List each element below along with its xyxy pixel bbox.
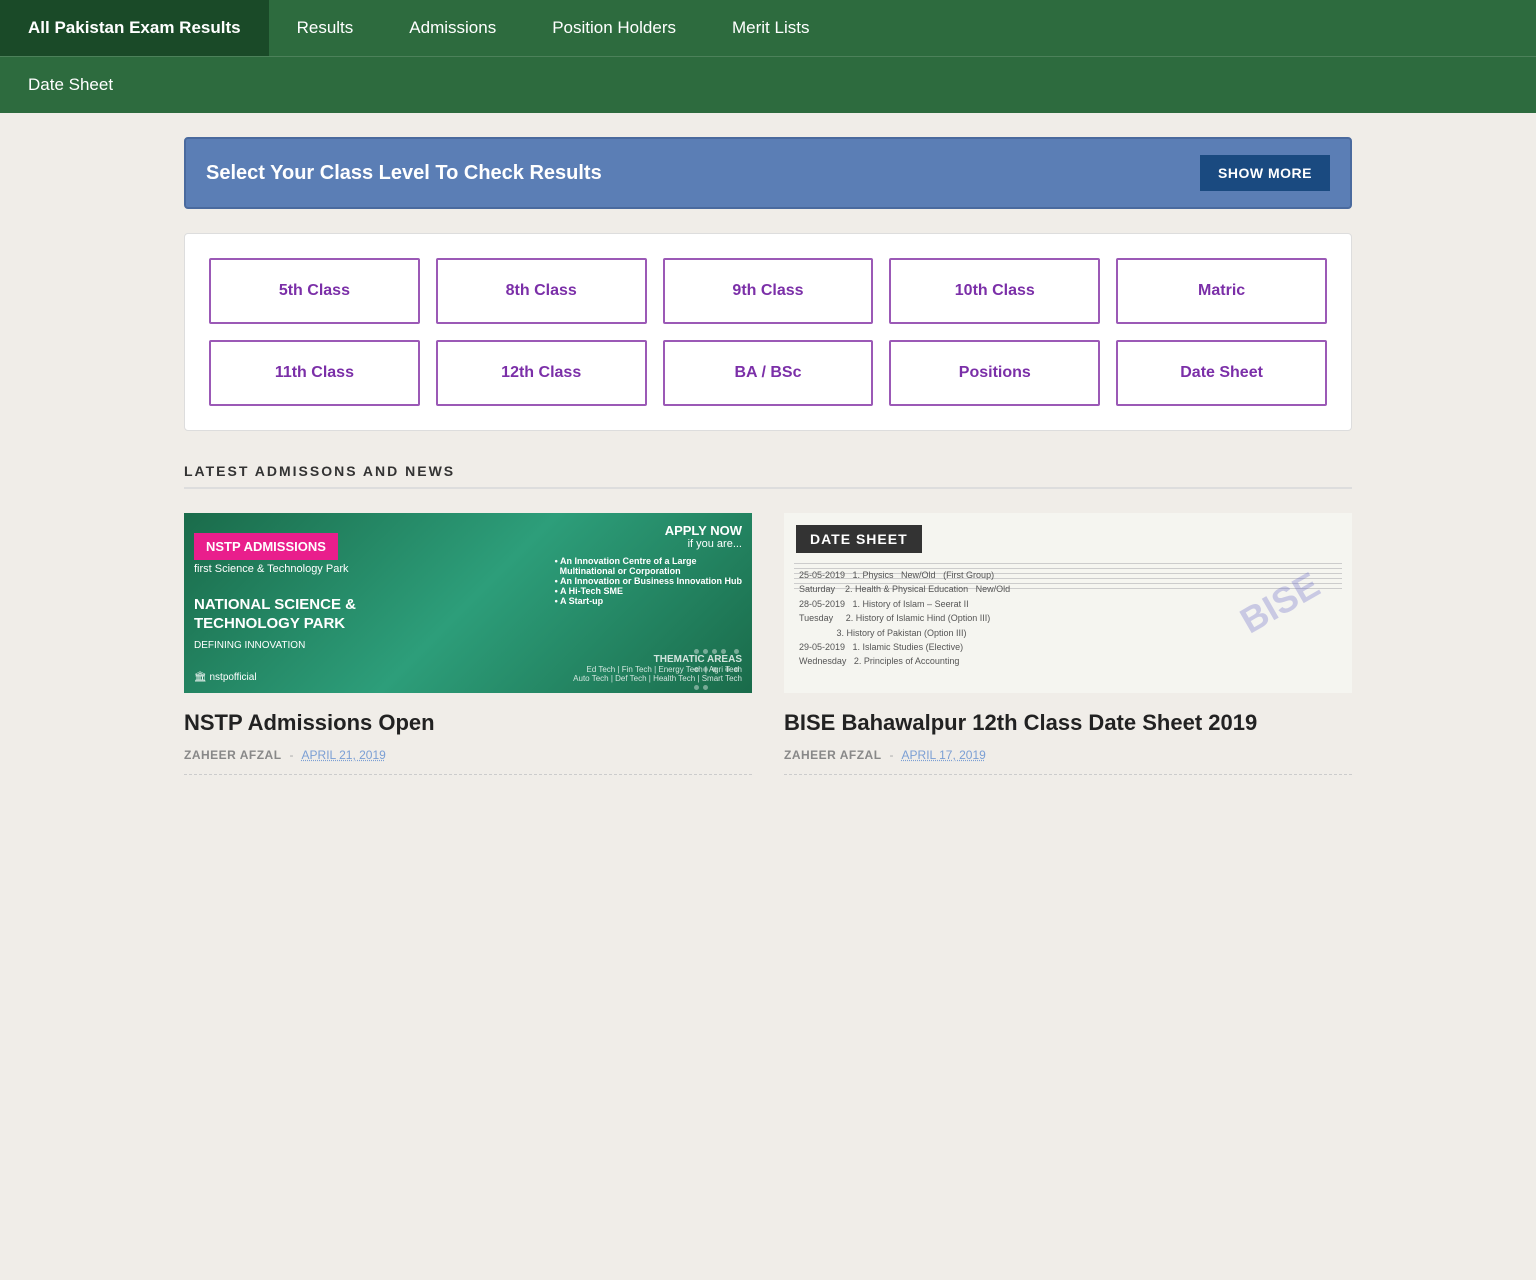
latest-news-section: LATEST ADMISSONS AND NEWS NSTP ADMISSION… xyxy=(184,463,1352,775)
nav-item-admissions[interactable]: Admissions xyxy=(381,0,524,56)
class-btn-5th[interactable]: 5th Class xyxy=(209,258,420,324)
class-grid: 5th Class 8th Class 9th Class 10th Class… xyxy=(209,258,1327,406)
class-btn-10th[interactable]: 10th Class xyxy=(889,258,1100,324)
class-btn-ba-bsc[interactable]: BA / BSc xyxy=(663,340,874,406)
nstp-apply-text: APPLY NOW if you are... • An Innovation … xyxy=(555,523,742,606)
class-selector-title: Select Your Class Level To Check Results xyxy=(206,162,602,185)
main-nav: All Pakistan Exam Results Results Admiss… xyxy=(0,0,1536,113)
nstp-logo-text: 🏛 nstpofficial xyxy=(194,672,257,683)
nstp-meta-separator: - xyxy=(290,748,294,762)
nav-item-merit-lists[interactable]: Merit Lists xyxy=(704,0,837,56)
class-btn-positions[interactable]: Positions xyxy=(889,340,1100,406)
class-grid-container: 5th Class 8th Class 9th Class 10th Class… xyxy=(184,233,1352,431)
nav-item-date-sheet[interactable]: Date Sheet xyxy=(0,57,141,113)
nav-item-results[interactable]: Results xyxy=(269,0,382,56)
bise-article-title[interactable]: BISE Bahawalpur 12th Class Date Sheet 20… xyxy=(784,709,1352,738)
datesheet-table-bg: DATE SHEET 25-05-2019 1. Physics New/Old… xyxy=(784,513,1352,693)
bise-meta-separator: - xyxy=(890,748,894,762)
main-content: Select Your Class Level To Check Results… xyxy=(168,113,1368,799)
class-selector-banner: Select Your Class Level To Check Results… xyxy=(184,137,1352,209)
news-card-nstp: NSTP ADMISSIONS first Science & Technolo… xyxy=(184,513,752,775)
datesheet-badge: DATE SHEET xyxy=(796,525,922,553)
class-btn-12th[interactable]: 12th Class xyxy=(436,340,647,406)
class-btn-8th[interactable]: 8th Class xyxy=(436,258,647,324)
bise-author: ZAHEER AFZAL xyxy=(784,748,882,762)
show-more-button[interactable]: SHOW MORE xyxy=(1200,155,1330,191)
bise-divider xyxy=(784,774,1352,775)
datesheet-text-content: 25-05-2019 1. Physics New/Old (First Gro… xyxy=(799,568,1010,669)
class-btn-11th[interactable]: 11th Class xyxy=(209,340,420,406)
nstp-date[interactable]: APRIL 21, 2019 xyxy=(302,748,386,762)
section-title: LATEST ADMISSONS AND NEWS xyxy=(184,463,1352,489)
nstp-main-text: NATIONAL SCIENCE &TECHNOLOGY PARKDEFININ… xyxy=(194,595,356,654)
nstp-article-title[interactable]: NSTP Admissions Open xyxy=(184,709,752,738)
bise-date[interactable]: APRIL 17, 2019 xyxy=(902,748,986,762)
nstp-author: ZAHEER AFZAL xyxy=(184,748,282,762)
nstp-divider xyxy=(184,774,752,775)
nstp-sublabel: first Science & Technology Park xyxy=(194,563,348,575)
class-btn-date-sheet[interactable]: Date Sheet xyxy=(1116,340,1327,406)
nstp-tagline: DEFINING INNOVATION xyxy=(194,640,305,651)
class-btn-matric[interactable]: Matric xyxy=(1116,258,1327,324)
news-grid: NSTP ADMISSIONS first Science & Technolo… xyxy=(184,513,1352,775)
nstp-admissions-label: NSTP ADMISSIONS xyxy=(194,533,338,560)
nstp-image[interactable]: NSTP ADMISSIONS first Science & Technolo… xyxy=(184,513,752,693)
bise-article-meta: ZAHEER AFZAL - APRIL 17, 2019 xyxy=(784,748,1352,762)
nstp-thematic-areas: THEMATIC AREAS Ed Tech | Fin Tech | Ener… xyxy=(573,654,742,683)
nav-item-position-holders[interactable]: Position Holders xyxy=(524,0,704,56)
nav-item-brand[interactable]: All Pakistan Exam Results xyxy=(0,0,269,56)
nstp-article-meta: ZAHEER AFZAL - APRIL 21, 2019 xyxy=(184,748,752,762)
bise-image[interactable]: DATE SHEET 25-05-2019 1. Physics New/Old… xyxy=(784,513,1352,693)
news-card-bise: DATE SHEET 25-05-2019 1. Physics New/Old… xyxy=(784,513,1352,775)
class-btn-9th[interactable]: 9th Class xyxy=(663,258,874,324)
